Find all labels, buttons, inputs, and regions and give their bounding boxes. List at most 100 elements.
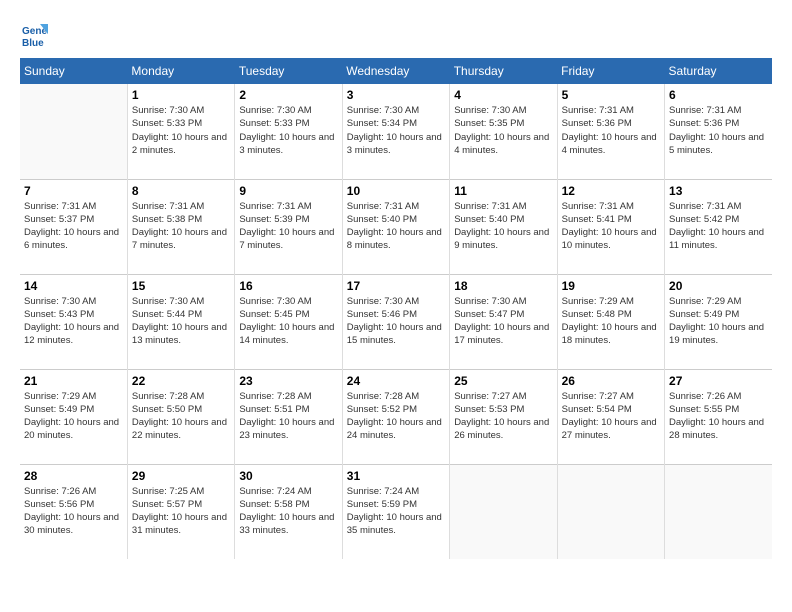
logo-icon: General Blue [20,20,48,48]
day-number: 19 [562,279,660,293]
day-number: 24 [347,374,445,388]
day-number: 5 [562,88,660,102]
day-cell: 30 Sunrise: 7:24 AMSunset: 5:58 PMDayligh… [235,464,342,559]
day-cell: 18 Sunrise: 7:30 AMSunset: 5:47 PMDayligh… [450,274,557,369]
day-cell: 9 Sunrise: 7:31 AMSunset: 5:39 PMDaylight… [235,179,342,274]
svg-text:Blue: Blue [22,38,44,48]
day-info: Sunrise: 7:31 AMSunset: 5:40 PMDaylight:… [454,200,552,253]
week-row-5: 28 Sunrise: 7:26 AMSunset: 5:56 PMDayligh… [20,464,772,559]
day-cell: 15 Sunrise: 7:30 AMSunset: 5:44 PMDayligh… [127,274,234,369]
day-number: 18 [454,279,552,293]
day-cell: 22 Sunrise: 7:28 AMSunset: 5:50 PMDayligh… [127,369,234,464]
day-info: Sunrise: 7:29 AMSunset: 5:49 PMDaylight:… [669,295,768,348]
day-number: 2 [239,88,337,102]
day-info: Sunrise: 7:25 AMSunset: 5:57 PMDaylight:… [132,485,230,538]
day-cell: 23 Sunrise: 7:28 AMSunset: 5:51 PMDayligh… [235,369,342,464]
day-number: 13 [669,184,768,198]
week-row-1: 1 Sunrise: 7:30 AMSunset: 5:33 PMDaylight… [20,84,772,179]
day-cell: 27 Sunrise: 7:26 AMSunset: 5:55 PMDayligh… [665,369,772,464]
day-cell: 7 Sunrise: 7:31 AMSunset: 5:37 PMDaylight… [20,179,127,274]
day-number: 15 [132,279,230,293]
day-number: 20 [669,279,768,293]
day-cell: 16 Sunrise: 7:30 AMSunset: 5:45 PMDayligh… [235,274,342,369]
day-cell: 31 Sunrise: 7:24 AMSunset: 5:59 PMDayligh… [342,464,449,559]
day-number: 27 [669,374,768,388]
day-info: Sunrise: 7:27 AMSunset: 5:53 PMDaylight:… [454,390,552,443]
header-thursday: Thursday [450,58,557,84]
day-info: Sunrise: 7:31 AMSunset: 5:36 PMDaylight:… [669,104,768,157]
day-number: 17 [347,279,445,293]
week-row-2: 7 Sunrise: 7:31 AMSunset: 5:37 PMDaylight… [20,179,772,274]
day-number: 16 [239,279,337,293]
day-cell [450,464,557,559]
calendar-table: SundayMondayTuesdayWednesdayThursdayFrid… [20,58,772,559]
day-info: Sunrise: 7:28 AMSunset: 5:51 PMDaylight:… [239,390,337,443]
day-number: 10 [347,184,445,198]
day-cell: 8Sunrise: 7:31 AMSunset: 5:38 PMDaylight… [127,179,234,274]
page-header: General Blue [20,20,772,48]
day-number: 14 [24,279,123,293]
day-number: 4 [454,88,552,102]
day-number: 9 [239,184,337,198]
header-monday: Monday [127,58,234,84]
day-cell: 19 Sunrise: 7:29 AMSunset: 5:48 PMDayligh… [557,274,664,369]
day-cell: 26 Sunrise: 7:27 AMSunset: 5:54 PMDayligh… [557,369,664,464]
day-number: 25 [454,374,552,388]
day-info: Sunrise: 7:31 AMSunset: 5:40 PMDaylight:… [347,200,445,253]
day-info: Sunrise: 7:24 AMSunset: 5:59 PMDaylight:… [347,485,445,538]
day-info: Sunrise: 7:24 AMSunset: 5:58 PMDaylight:… [239,485,337,538]
day-number: 1 [132,88,230,102]
day-info: Sunrise: 7:31 AMSunset: 5:36 PMDaylight:… [562,104,660,157]
calendar-header-row: SundayMondayTuesdayWednesdayThursdayFrid… [20,58,772,84]
day-info: Sunrise: 7:31 AMSunset: 5:39 PMDaylight:… [239,200,337,253]
day-info: Sunrise: 7:30 AMSunset: 5:47 PMDaylight:… [454,295,552,348]
week-row-4: 21Sunrise: 7:29 AMSunset: 5:49 PMDayligh… [20,369,772,464]
day-info: Sunrise: 7:31 AMSunset: 5:37 PMDaylight:… [24,200,123,253]
header-tuesday: Tuesday [235,58,342,84]
header-saturday: Saturday [665,58,772,84]
day-info: Sunrise: 7:28 AMSunset: 5:52 PMDaylight:… [347,390,445,443]
day-cell: 20 Sunrise: 7:29 AMSunset: 5:49 PMDayligh… [665,274,772,369]
day-info: Sunrise: 7:30 AMSunset: 5:33 PMDaylight:… [239,104,337,157]
day-number: 28 [24,469,123,483]
day-cell: 13Sunrise: 7:31 AMSunset: 5:42 PMDayligh… [665,179,772,274]
day-number: 11 [454,184,552,198]
day-cell: 21Sunrise: 7:29 AMSunset: 5:49 PMDayligh… [20,369,127,464]
day-info: Sunrise: 7:29 AMSunset: 5:48 PMDaylight:… [562,295,660,348]
day-info: Sunrise: 7:31 AMSunset: 5:41 PMDaylight:… [562,200,660,253]
day-number: 6 [669,88,768,102]
day-number: 23 [239,374,337,388]
day-info: Sunrise: 7:27 AMSunset: 5:54 PMDaylight:… [562,390,660,443]
day-cell: 24 Sunrise: 7:28 AMSunset: 5:52 PMDayligh… [342,369,449,464]
day-info: Sunrise: 7:29 AMSunset: 5:49 PMDaylight:… [24,390,123,443]
day-cell: 11 Sunrise: 7:31 AMSunset: 5:40 PMDayligh… [450,179,557,274]
day-cell: 3Sunrise: 7:30 AMSunset: 5:34 PMDaylight… [342,84,449,179]
logo: General Blue [20,20,50,48]
day-info: Sunrise: 7:30 AMSunset: 5:44 PMDaylight:… [132,295,230,348]
day-number: 12 [562,184,660,198]
day-number: 31 [347,469,445,483]
day-info: Sunrise: 7:26 AMSunset: 5:56 PMDaylight:… [24,485,123,538]
day-cell: 10 Sunrise: 7:31 AMSunset: 5:40 PMDayligh… [342,179,449,274]
day-cell: 25 Sunrise: 7:27 AMSunset: 5:53 PMDayligh… [450,369,557,464]
day-cell [665,464,772,559]
header-sunday: Sunday [20,58,127,84]
header-wednesday: Wednesday [342,58,449,84]
day-cell: 6 Sunrise: 7:31 AMSunset: 5:36 PMDaylight… [665,84,772,179]
day-info: Sunrise: 7:30 AMSunset: 5:43 PMDaylight:… [24,295,123,348]
day-cell: 4Sunrise: 7:30 AMSunset: 5:35 PMDaylight… [450,84,557,179]
day-info: Sunrise: 7:26 AMSunset: 5:55 PMDaylight:… [669,390,768,443]
day-cell: 1Sunrise: 7:30 AMSunset: 5:33 PMDaylight… [127,84,234,179]
day-number: 22 [132,374,230,388]
day-cell [20,84,127,179]
day-info: Sunrise: 7:30 AMSunset: 5:45 PMDaylight:… [239,295,337,348]
day-info: Sunrise: 7:30 AMSunset: 5:46 PMDaylight:… [347,295,445,348]
day-number: 26 [562,374,660,388]
header-friday: Friday [557,58,664,84]
day-number: 30 [239,469,337,483]
day-cell: 5 Sunrise: 7:31 AMSunset: 5:36 PMDaylight… [557,84,664,179]
day-info: Sunrise: 7:28 AMSunset: 5:50 PMDaylight:… [132,390,230,443]
day-number: 3 [347,88,445,102]
day-number: 7 [24,184,123,198]
day-cell: 29Sunrise: 7:25 AMSunset: 5:57 PMDayligh… [127,464,234,559]
